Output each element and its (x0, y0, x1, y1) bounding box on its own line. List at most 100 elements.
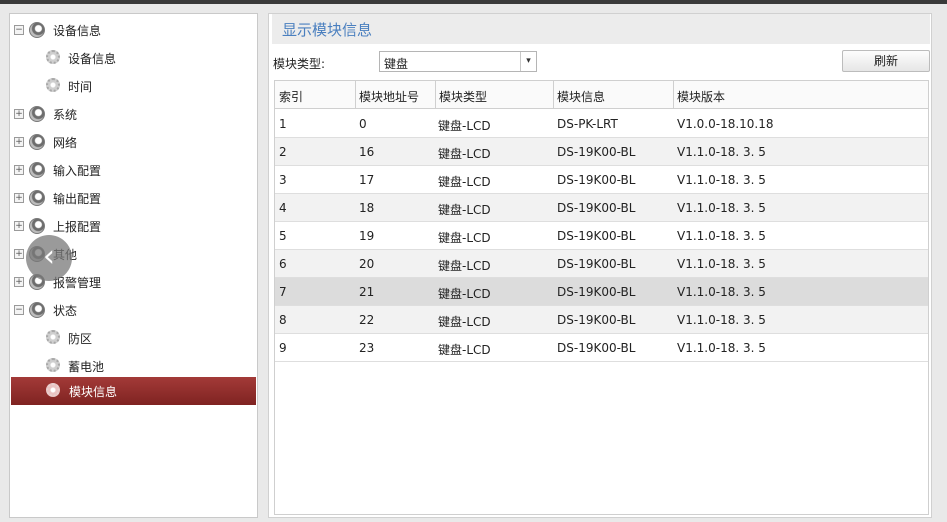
cell-address: 16 (359, 145, 375, 159)
sidebar-item-label: 防区 (68, 332, 93, 346)
sidebar-item-label: 蓄电池 (68, 360, 105, 374)
cell-type: 键盘-LCD (438, 119, 491, 133)
sidebar-item-label: 设备信息 (68, 52, 117, 66)
cell-version: V1.1.0-18. 3. 5 (677, 229, 766, 243)
folder-node-icon (29, 218, 45, 234)
cell-type: 键盘-LCD (438, 315, 491, 329)
cell-info: DS-19K00-BL (557, 173, 636, 187)
sidebar-item-label: 模块信息 (69, 385, 118, 399)
sidebar-item-label: 系统 (53, 108, 78, 122)
window-top-bar (0, 0, 947, 4)
expand-toggle-icon[interactable]: + (14, 109, 24, 119)
cell-index: 2 (279, 145, 287, 159)
cell-version: V1.1.0-18. 3. 5 (677, 257, 766, 271)
gear-icon (46, 358, 60, 372)
cell-index: 4 (279, 201, 287, 215)
sidebar-item-label: 上报配置 (53, 220, 102, 234)
cell-address: 0 (359, 117, 367, 131)
module-type-value: 键盘 (384, 57, 409, 71)
module-type-select[interactable]: 键盘 ▾ (379, 51, 537, 72)
cell-type: 键盘-LCD (438, 259, 491, 273)
module-type-label: 模块类型: (273, 57, 326, 71)
table-row[interactable]: 9 23 键盘-LCD DS-19K00-BL V1.1.0-18. 3. 5 (275, 334, 928, 362)
cell-type: 键盘-LCD (438, 343, 491, 357)
cell-version: V1.0.0-18.10.18 (677, 117, 774, 131)
expand-toggle-icon[interactable]: + (14, 249, 24, 259)
sidebar-item-time[interactable]: 时间 (10, 72, 257, 100)
table-row[interactable]: 1 0 键盘-LCD DS-PK-LRT V1.0.0-18.10.18 (275, 110, 928, 138)
cell-address: 20 (359, 257, 375, 271)
cell-version: V1.1.0-18. 3. 5 (677, 201, 766, 215)
collapse-toggle-icon[interactable]: − (14, 25, 24, 35)
expand-toggle-icon[interactable]: + (14, 277, 24, 287)
back-arrow-icon[interactable]: ‹ (26, 235, 72, 281)
table-row[interactable]: 2 16 键盘-LCD DS-19K00-BL V1.1.0-18. 3. 5 (275, 138, 928, 166)
sidebar-item-label: 网络 (53, 136, 78, 150)
sidebar-item-module-info[interactable]: 模块信息 (11, 377, 256, 405)
sidebar-item-device-info[interactable]: 设备信息 (10, 44, 257, 72)
cell-info: DS-19K00-BL (557, 257, 636, 271)
column-header-version[interactable]: 模块版本 (673, 81, 927, 109)
cell-address: 21 (359, 285, 375, 299)
sidebar-item-input-config[interactable]: + 输入配置 (10, 156, 257, 184)
sidebar-item-output-config[interactable]: + 输出配置 (10, 184, 257, 212)
sidebar-item-label: 输出配置 (53, 192, 102, 206)
cell-address: 17 (359, 173, 375, 187)
gear-icon (46, 330, 60, 344)
page-title: 显示模块信息 (272, 14, 930, 44)
column-header-index[interactable]: 索引 (275, 81, 355, 109)
folder-node-icon (29, 22, 45, 38)
cell-info: DS-19K00-BL (557, 201, 636, 215)
column-header-address[interactable]: 模块地址号 (355, 81, 435, 109)
table-row[interactable]: 4 18 键盘-LCD DS-19K00-BL V1.1.0-18. 3. 5 (275, 194, 928, 222)
cell-index: 3 (279, 173, 287, 187)
expand-toggle-icon[interactable]: + (14, 221, 24, 231)
expand-toggle-icon[interactable]: + (14, 165, 24, 175)
cell-index: 9 (279, 341, 287, 355)
folder-node-icon (29, 162, 45, 178)
cell-address: 18 (359, 201, 375, 215)
cell-index: 6 (279, 257, 287, 271)
sidebar-item-battery[interactable]: 蓄电池 (10, 352, 257, 380)
column-header-info[interactable]: 模块信息 (553, 81, 673, 109)
sidebar-item-device-info-group[interactable]: − 设备信息 (10, 16, 257, 44)
refresh-button[interactable]: 刷新 (842, 50, 930, 72)
gear-icon (46, 383, 60, 397)
chevron-down-icon[interactable]: ▾ (520, 52, 536, 71)
cell-version: V1.1.0-18. 3. 5 (677, 145, 766, 159)
folder-node-icon (29, 190, 45, 206)
table-row[interactable]: 7 21 键盘-LCD DS-19K00-BL V1.1.0-18. 3. 5 (275, 278, 928, 306)
module-table: 索引 模块地址号 模块类型 模块信息 模块版本 1 0 键盘-LCD DS-PK-LR… (274, 80, 929, 515)
sidebar-item-zone[interactable]: 防区 (10, 324, 257, 352)
cell-info: DS-19K00-BL (557, 145, 636, 159)
gear-icon (46, 78, 60, 92)
folder-node-icon (29, 134, 45, 150)
table-header: 索引 模块地址号 模块类型 模块信息 模块版本 (275, 81, 928, 109)
cell-index: 1 (279, 117, 287, 131)
sidebar-item-label: 状态 (53, 304, 78, 318)
gear-icon (46, 50, 60, 64)
sidebar-item-status[interactable]: − 状态 (10, 296, 257, 324)
sidebar-item-system[interactable]: + 系统 (10, 100, 257, 128)
cell-info: DS-19K00-BL (557, 285, 636, 299)
cell-address: 22 (359, 313, 375, 327)
sidebar-item-label: 时间 (68, 80, 93, 94)
table-row[interactable]: 6 20 键盘-LCD DS-19K00-BL V1.1.0-18. 3. 5 (275, 250, 928, 278)
table-row[interactable]: 5 19 键盘-LCD DS-19K00-BL V1.1.0-18. 3. 5 (275, 222, 928, 250)
main-panel: 显示模块信息 模块类型: 键盘 ▾ 刷新 索引 模块地址号 模块类型 模块信息 … (268, 13, 932, 518)
cell-version: V1.1.0-18. 3. 5 (677, 173, 766, 187)
sidebar-item-network[interactable]: + 网络 (10, 128, 257, 156)
cell-version: V1.1.0-18. 3. 5 (677, 313, 766, 327)
cell-type: 键盘-LCD (438, 287, 491, 301)
expand-toggle-icon[interactable]: + (14, 193, 24, 203)
sidebar-item-label: 设备信息 (53, 24, 102, 38)
table-row[interactable]: 3 17 键盘-LCD DS-19K00-BL V1.1.0-18. 3. 5 (275, 166, 928, 194)
column-header-type[interactable]: 模块类型 (435, 81, 553, 109)
collapse-toggle-icon[interactable]: − (14, 305, 24, 315)
expand-toggle-icon[interactable]: + (14, 137, 24, 147)
cell-address: 23 (359, 341, 375, 355)
cell-index: 8 (279, 313, 287, 327)
table-row[interactable]: 8 22 键盘-LCD DS-19K00-BL V1.1.0-18. 3. 5 (275, 306, 928, 334)
cell-type: 键盘-LCD (438, 231, 491, 245)
cell-version: V1.1.0-18. 3. 5 (677, 285, 766, 299)
